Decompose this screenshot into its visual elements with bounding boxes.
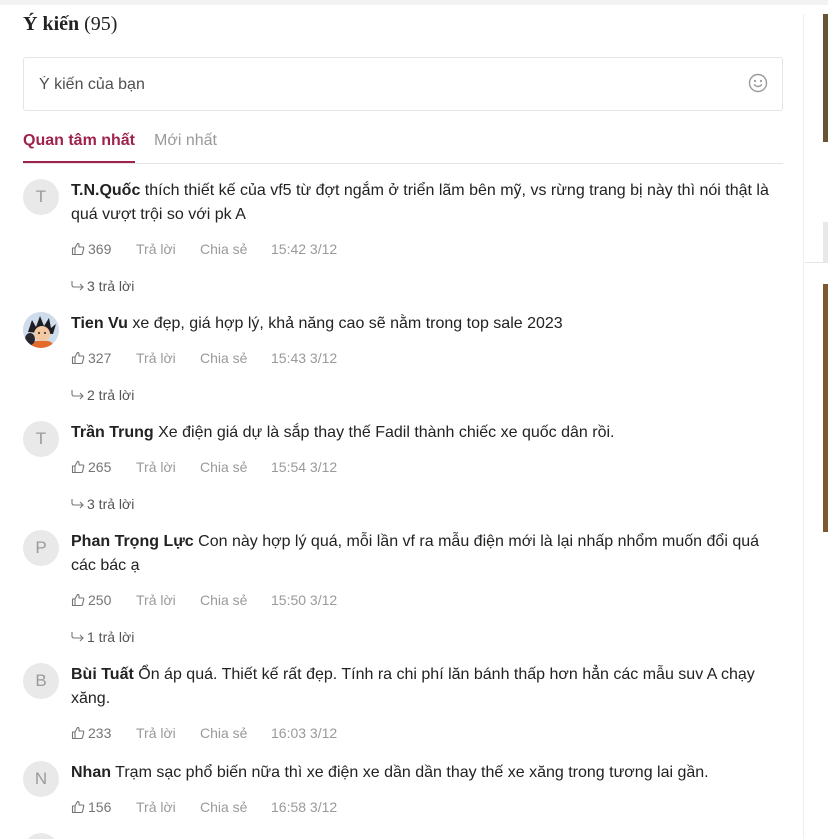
comment-author[interactable]: Tien Vu <box>71 315 128 332</box>
comments-count: (95) <box>84 13 118 35</box>
like-count: 250 <box>88 592 112 608</box>
comment-text: thích thiết kế của vf5 từ đợt ngắm ở tri… <box>71 182 769 223</box>
comment-text: Xe điện giá dự là sắp thay thế Fadil thà… <box>158 424 615 441</box>
reply-arrow-icon <box>71 390 84 400</box>
smile-icon[interactable] <box>748 73 768 93</box>
comment-time: 15:43 3/12 <box>271 350 338 366</box>
avatar[interactable] <box>23 312 59 348</box>
like-button[interactable]: 369 <box>71 241 111 257</box>
comment-body: Trần Trung Xe điện giá dự là sắp thay th… <box>71 421 783 445</box>
sidebar-image[interactable] <box>823 14 828 142</box>
avatar[interactable]: T <box>23 179 59 215</box>
view-replies-button[interactable]: 1 trả lời <box>71 627 134 647</box>
comment-time: 15:42 3/12 <box>271 241 338 257</box>
comment-input[interactable] <box>39 72 729 98</box>
avatar[interactable]: T <box>23 421 59 457</box>
comment-time: 15:50 3/12 <box>271 592 338 608</box>
avatar[interactable] <box>23 833 59 839</box>
sidebar-divider <box>803 14 804 839</box>
like-count: 265 <box>88 459 112 475</box>
like-button[interactable]: 265 <box>71 459 111 475</box>
like-count: 156 <box>88 799 112 815</box>
comment-author[interactable]: Bùi Tuất <box>71 666 134 683</box>
sidebar-divider <box>805 262 828 263</box>
reply-button[interactable]: Trả lời <box>136 592 176 608</box>
top-bar <box>0 0 828 5</box>
comment-tabs: Quan tâm nhất Mới nhất <box>23 128 783 164</box>
reply-button[interactable]: Trả lời <box>136 725 176 741</box>
share-button[interactable]: Chia sẻ <box>200 592 247 608</box>
comment-author[interactable]: Nhan <box>71 764 111 781</box>
like-button[interactable]: 156 <box>71 799 111 815</box>
replies-count: 3 trả lời <box>87 278 135 294</box>
reply-button[interactable]: Trả lời <box>136 241 176 257</box>
tab-most-interested[interactable]: Quan tâm nhất <box>23 132 136 163</box>
comment-text: Trạm sạc phổ biến nữa thì xe điện xe dần… <box>115 764 709 781</box>
comment-author[interactable]: Trần Trung <box>71 424 154 441</box>
view-replies-button[interactable]: 3 trả lời <box>71 276 134 296</box>
comments-title: Ý kiến (95) <box>23 13 117 36</box>
share-button[interactable]: Chia sẻ <box>200 799 247 815</box>
share-button[interactable]: Chia sẻ <box>200 459 247 475</box>
comment-body: Bùi Tuất Ổn áp quá. Thiết kế rất đẹp. Tí… <box>71 663 783 711</box>
sidebar-image[interactable] <box>823 284 828 532</box>
comment-author[interactable]: Phan Trọng Lực <box>71 533 194 550</box>
comments-title-label: Ý kiến <box>23 13 80 35</box>
thumbs-up-icon <box>71 242 85 256</box>
share-button[interactable]: Chia sẻ <box>200 241 247 257</box>
sidebar-image[interactable] <box>823 222 828 262</box>
comment-time: 15:54 3/12 <box>271 459 338 475</box>
comment-body: Phan Trọng Lực Con này hợp lý quá, mỗi l… <box>71 530 783 578</box>
thumbs-up-icon <box>71 726 85 740</box>
like-count: 369 <box>88 241 112 257</box>
like-button[interactable]: 250 <box>71 592 111 608</box>
comment-input-box[interactable] <box>23 57 783 111</box>
like-button[interactable]: 233 <box>71 725 111 741</box>
replies-count: 1 trả lời <box>87 629 135 645</box>
reply-button[interactable]: Trả lời <box>136 350 176 366</box>
comment-text: xe đẹp, giá hợp lý, khả năng cao sẽ nằm … <box>132 315 563 332</box>
reply-arrow-icon <box>71 281 84 291</box>
avatar[interactable]: N <box>23 761 59 797</box>
share-button[interactable]: Chia sẻ <box>200 350 247 366</box>
reply-arrow-icon <box>71 632 84 642</box>
like-count: 233 <box>88 725 112 741</box>
comment-body: Nhan Trạm sạc phổ biến nữa thì xe điện x… <box>71 761 783 785</box>
tab-newest[interactable]: Mới nhất <box>154 132 217 150</box>
avatar[interactable]: P <box>23 530 59 566</box>
view-replies-button[interactable]: 3 trả lời <box>71 494 134 514</box>
like-button[interactable]: 327 <box>71 350 111 366</box>
thumbs-up-icon <box>71 800 85 814</box>
avatar[interactable]: B <box>23 663 59 699</box>
comment-text: Ổn áp quá. Thiết kế rất đẹp. Tính ra chi… <box>71 666 755 707</box>
reply-arrow-icon <box>71 499 84 509</box>
comment-body: T.N.Quốc thích thiết kế của vf5 từ đợt n… <box>71 179 783 227</box>
reply-button[interactable]: Trả lời <box>136 799 176 815</box>
like-count: 327 <box>88 350 112 366</box>
view-replies-button[interactable]: 2 trả lời <box>71 385 134 405</box>
share-button[interactable]: Chia sẻ <box>200 725 247 741</box>
comment-author[interactable]: T.N.Quốc <box>71 182 140 199</box>
replies-count: 3 trả lời <box>87 496 135 512</box>
thumbs-up-icon <box>71 593 85 607</box>
thumbs-up-icon <box>71 460 85 474</box>
reply-button[interactable]: Trả lời <box>136 459 176 475</box>
comment-time: 16:03 3/12 <box>271 725 338 741</box>
replies-count: 2 trả lời <box>87 387 135 403</box>
avatar-image <box>23 312 59 348</box>
thumbs-up-icon <box>71 351 85 365</box>
comment-body: Tien Vu xe đẹp, giá hợp lý, khả năng cao… <box>71 312 783 336</box>
comment-time: 16:58 3/12 <box>271 799 338 815</box>
